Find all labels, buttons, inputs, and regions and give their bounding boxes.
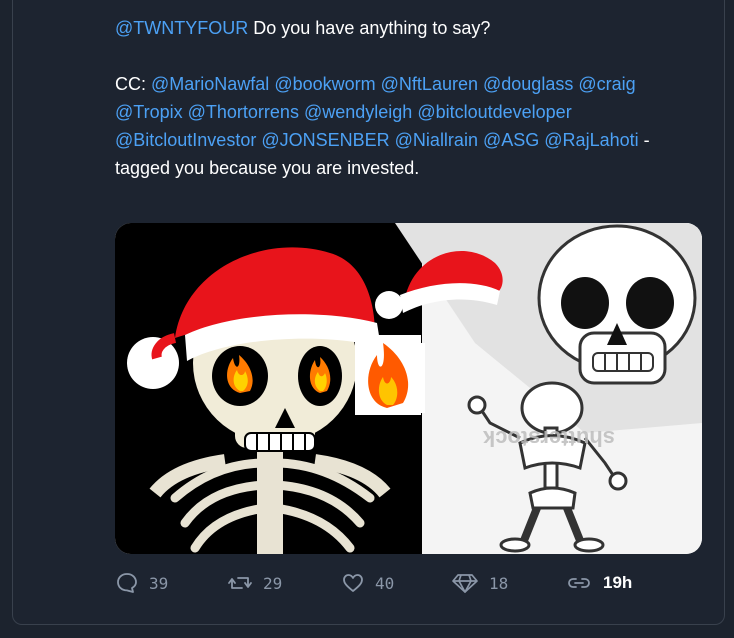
mention-link[interactable]: @bitcloutdeveloper <box>417 102 571 122</box>
diamond-count: 18 <box>489 573 509 593</box>
post-body: @TWNTYFOUR Do you have anything to say? … <box>115 14 675 182</box>
comment-button[interactable]: 39 <box>115 566 168 600</box>
mention-link[interactable]: @BitcloutInvestor <box>115 130 256 150</box>
action-bar: 39 29 40 18 19h <box>115 566 675 600</box>
diamond-button[interactable]: 18 <box>451 566 508 600</box>
post-line-1: @TWNTYFOUR Do you have anything to say? <box>115 14 675 42</box>
watermark: shutterstock <box>482 426 615 451</box>
mention-link[interactable]: @Tropix <box>115 102 183 122</box>
mention-link[interactable]: @bookworm <box>274 74 375 94</box>
mention-link[interactable]: @craig <box>578 74 635 94</box>
like-count: 40 <box>375 573 395 593</box>
mention-link[interactable]: @JONSENBER <box>261 130 389 150</box>
post-time: 19h <box>603 573 633 592</box>
mention-link[interactable]: @wendyleigh <box>304 102 412 122</box>
cc-paragraph: CC: @MarioNawfal @bookworm @NftLauren @d… <box>115 70 675 182</box>
post-image[interactable]: shutterstock <box>115 223 702 554</box>
comment-icon <box>117 573 137 593</box>
post-question: Do you have anything to say? <box>248 18 491 38</box>
mention-link[interactable]: @TWNTYFOUR <box>115 18 248 38</box>
mention-link[interactable]: @RajLahoti <box>544 130 638 150</box>
like-button[interactable]: 40 <box>341 566 394 600</box>
comment-count: 39 <box>149 573 169 593</box>
repost-icon <box>228 577 252 589</box>
repost-button[interactable]: 29 <box>227 566 282 600</box>
copy-link-button[interactable]: 19h <box>565 566 632 600</box>
fire-icon <box>355 335 421 415</box>
heart-icon <box>343 574 363 592</box>
mention-link[interactable]: @ASG <box>483 130 539 150</box>
mention-link[interactable]: @Thortorrens <box>188 102 299 122</box>
mention-link[interactable]: @MarioNawfal <box>151 74 269 94</box>
skeleton-collage: shutterstock <box>115 223 702 554</box>
diamond-icon <box>452 574 478 593</box>
cc-label: CC: <box>115 74 151 94</box>
mention-link[interactable]: @douglass <box>483 74 573 94</box>
repost-count: 29 <box>263 573 283 593</box>
link-icon <box>568 578 590 588</box>
mention-link[interactable]: @NftLauren <box>381 74 478 94</box>
mention-link[interactable]: @Niallrain <box>395 130 478 150</box>
